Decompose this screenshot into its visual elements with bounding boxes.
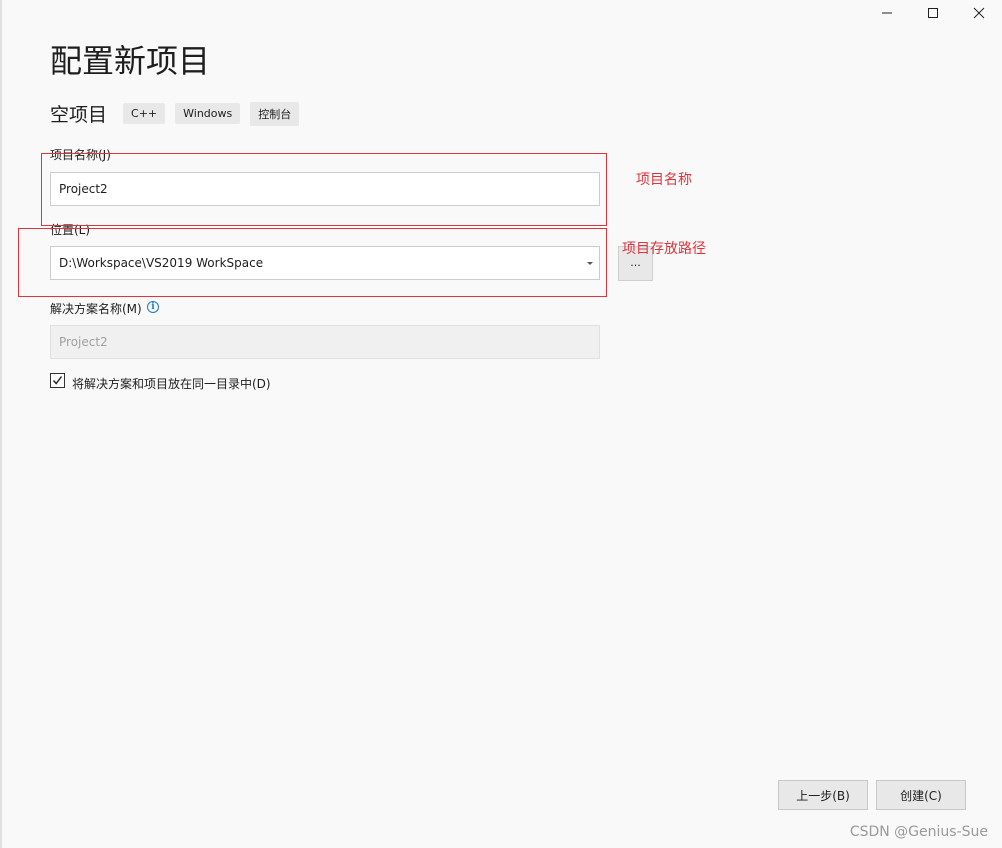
info-icon[interactable]: i [147,301,159,313]
minimize-icon [882,12,892,14]
solution-name-label: 解决方案名称(M) [50,302,142,316]
template-header: 空项目 C++ Windows 控制台 [50,100,309,127]
tag-language: C++ [123,103,166,124]
annotation-box-project-name [41,153,607,226]
annotation-project-name: 项目名称 [636,172,692,188]
tag-platform: Windows [175,103,241,124]
maximize-button[interactable] [910,0,956,26]
same-dir-checkbox[interactable] [50,373,65,388]
minimize-button[interactable] [864,0,910,26]
close-button[interactable] [956,0,1002,26]
close-icon [973,7,985,19]
window-controls [864,0,1002,26]
annotation-box-location [18,228,607,297]
same-dir-checkbox-label[interactable]: 将解决方案和项目放在同一目录中(D) [72,375,271,392]
window-left-border [0,0,2,848]
tag-project-type: 控制台 [250,101,300,126]
checkmark-icon [52,376,63,385]
template-name: 空项目 [50,104,108,126]
solution-name-input: Project2 [50,325,600,359]
create-button[interactable]: 创建(C) [876,780,966,810]
page-title: 配置新项目 [50,42,211,80]
annotation-location: 项目存放路径 [622,241,706,257]
maximize-icon [928,8,938,18]
back-button[interactable]: 上一步(B) [778,780,868,810]
watermark: CSDN @Genius-Sue [849,824,988,840]
